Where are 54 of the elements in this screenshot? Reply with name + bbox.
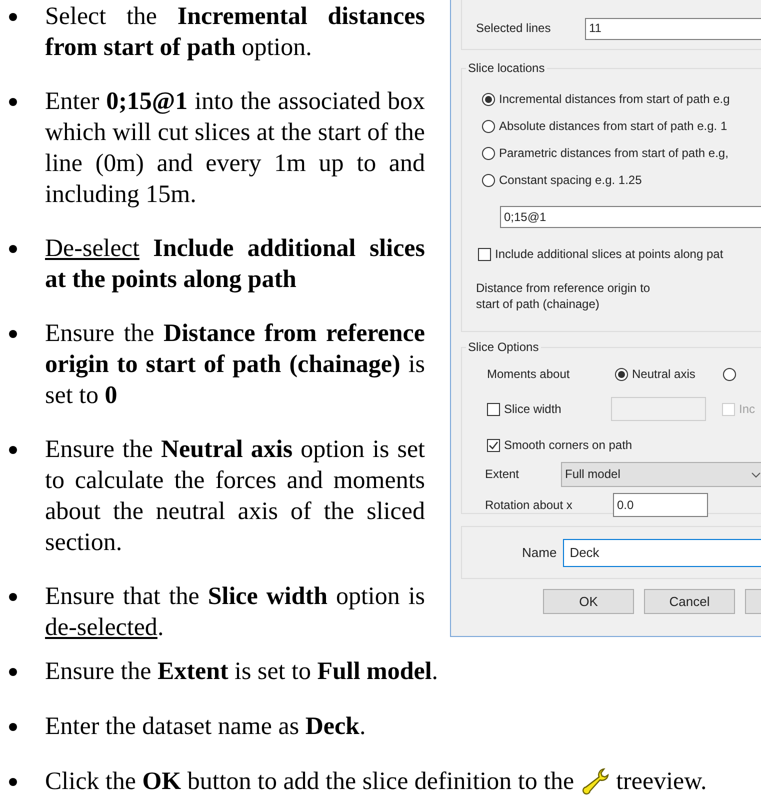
checkbox[interactable]: [487, 439, 500, 452]
bullet-icon: [9, 668, 17, 676]
field-label: Rotation about x: [485, 496, 574, 514]
chainage-label: Distance from reference origin to start of path (chainage): [476, 280, 652, 312]
checkbox-label: Smooth corners on path: [504, 437, 632, 454]
bullet-icon: [9, 593, 17, 601]
instruction-text: De-select Include additional slices at the points along path: [45, 234, 425, 295]
dialog-button[interactable]: Cancel: [644, 589, 735, 614]
option-label: Absolute distances from start of path e.g. 1: [499, 118, 728, 135]
radio-button[interactable]: [723, 368, 736, 380]
radio-button[interactable]: [482, 120, 495, 133]
group-title: Slice Options: [467, 339, 540, 356]
instruction-text: Ensure that the Slice width option is de-selected.: [45, 582, 425, 643]
option-label: Neutral axis: [632, 366, 696, 382]
extent-dropdown[interactable]: Full model: [561, 462, 761, 487]
wrench-icon: [580, 767, 610, 795]
field-label: Moments about: [487, 366, 571, 382]
bullet-icon: [9, 330, 17, 338]
bullet-icon: [9, 13, 17, 21]
chevron-down-icon: [751, 472, 761, 478]
field-label: Extent: [485, 466, 520, 483]
checkbox[interactable]: [487, 402, 500, 416]
bullet-icon: [9, 98, 17, 106]
instruction-text: Select the Incremental distances from start of path option.: [45, 2, 425, 63]
instruction-text: Ensure the Neutral axis option is set to calculate the forces and moments about the neutral axis of the sliced section.: [45, 435, 425, 558]
radio-button[interactable]: [482, 93, 495, 106]
slice-width-field[interactable]: [611, 397, 706, 421]
name-field[interactable]: Deck: [562, 538, 761, 566]
radio-button[interactable]: [482, 147, 495, 160]
locations-field[interactable]: 0;15@1: [500, 206, 761, 228]
dialog-button[interactable]: OK: [543, 589, 634, 614]
rotation-field[interactable]: 0.0: [613, 493, 708, 517]
instruction-text: Ensure the Extent is set to Full model.: [45, 657, 440, 687]
option-label: Parametric distances from start of path e.g,: [499, 145, 728, 162]
option-label: Constant spacing e.g. 1.25: [499, 172, 642, 189]
option-label: Incremental distances from start of path e.g: [499, 91, 730, 108]
instruction-text: Ensure the Distance from reference origin to start of path (chainage) is set to 0: [45, 319, 425, 411]
checkbox-label: Inc: [739, 400, 756, 418]
instruction-text: Enter the dataset name as Deck.: [45, 712, 367, 742]
checkbox-label: Slice width: [504, 400, 562, 418]
bullet-icon: [9, 723, 17, 731]
field-label: Selected lines: [476, 20, 552, 37]
bullet-icon: [9, 778, 17, 786]
checkbox-label: Include additional slices at points along pat: [495, 246, 724, 263]
field-label: Name: [522, 544, 557, 562]
group-title: Slice locations: [467, 60, 546, 77]
radio-button[interactable]: [482, 174, 495, 187]
checkbox[interactable]: [478, 248, 491, 261]
bullet-icon: [9, 446, 17, 454]
instruction-text: Enter 0;15@1 into the associated box which will cut slices at the start of the line (0m) and every 1m up to and including 15m.: [45, 87, 425, 210]
bullet-icon: [9, 245, 17, 253]
radio-button[interactable]: [615, 368, 628, 380]
instruction-text: Click the OK button to add the slice definition to the treeview.: [45, 766, 708, 797]
selected-lines-field[interactable]: 11: [585, 18, 761, 40]
